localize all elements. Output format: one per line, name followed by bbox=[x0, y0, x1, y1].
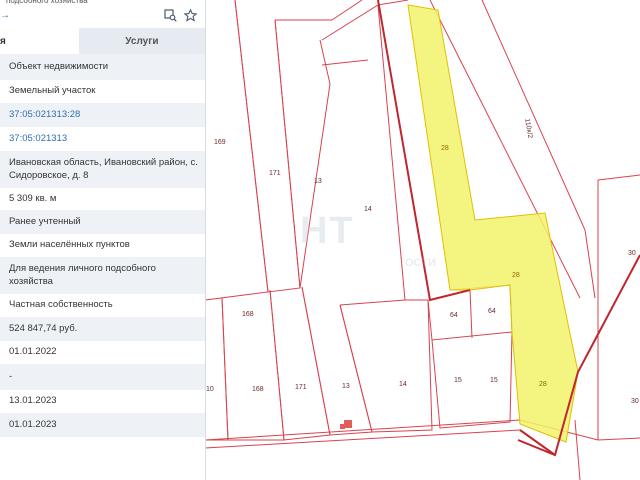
parcel-label: 10 bbox=[206, 386, 214, 393]
info-row: 524 847,74 руб. bbox=[0, 317, 205, 341]
parcel-label: 14 bbox=[399, 381, 407, 388]
panel-subtitle: подсобного хозяйства bbox=[6, 0, 88, 5]
parcel-label: 168 bbox=[242, 311, 254, 318]
object-info-panel: подсобного хозяйства → я Услуги Объект н… bbox=[0, 0, 206, 480]
parcel-label: 28 bbox=[441, 145, 449, 152]
building-marker bbox=[344, 420, 352, 428]
cadastral-quarter-link[interactable]: 37:05:021313 bbox=[0, 127, 205, 151]
info-row: 13.01.2023 bbox=[9, 395, 57, 407]
arrow-icon[interactable]: → bbox=[0, 10, 10, 21]
tab-info[interactable]: я bbox=[0, 28, 79, 54]
parcel-label: 30 bbox=[628, 250, 636, 257]
parcel-label: 14 bbox=[364, 206, 372, 213]
info-row: Земельный участок bbox=[9, 85, 96, 97]
info-row: Для ведения личного подсобного хозяйства bbox=[0, 257, 205, 294]
info-row: 5 309 кв. м bbox=[9, 192, 57, 204]
parcel-label: 64 bbox=[488, 308, 496, 315]
parcel-label: 15 bbox=[490, 377, 498, 384]
cadastral-number-link[interactable]: 37:05:021313:28 bbox=[0, 103, 205, 127]
info-row: Ивановская область, Ивановский район, с.… bbox=[0, 151, 205, 188]
parcel-label: 169 bbox=[214, 139, 226, 146]
parcel-label: 15 bbox=[454, 377, 462, 384]
parcel-label: 28 bbox=[512, 272, 520, 279]
info-row: - bbox=[0, 364, 205, 390]
info-row: Земли населённых пунктов bbox=[9, 239, 130, 251]
parcel-13-lower bbox=[301, 286, 373, 436]
parcel-169 bbox=[204, 0, 269, 301]
info-row: 01.01.2022 bbox=[9, 346, 57, 358]
parcel-label: 13 bbox=[342, 383, 350, 390]
parcel-13-upper bbox=[274, 19, 331, 289]
parcel-label: 28 bbox=[539, 381, 547, 388]
parcel-label: 64 bbox=[450, 312, 458, 319]
star-icon[interactable] bbox=[183, 8, 197, 22]
parcel-14-upper bbox=[321, 4, 406, 306]
info-row: Частная собственность bbox=[9, 299, 113, 311]
panel-tabs: я Услуги bbox=[0, 28, 205, 54]
info-list: Объект недвижимости Земельный участок 37… bbox=[0, 54, 205, 437]
parcel-label: 13 bbox=[314, 178, 322, 185]
parcel-14-lower bbox=[339, 299, 433, 433]
parcel-label: 30 bbox=[631, 398, 639, 405]
info-row: Ранее учтенный bbox=[0, 210, 205, 234]
map-search-icon[interactable] bbox=[163, 8, 177, 22]
parcel-label: 168 bbox=[252, 386, 264, 393]
info-row: 01.01.2023 bbox=[0, 413, 205, 437]
tab-services[interactable]: Услуги bbox=[78, 28, 205, 54]
info-row: Объект недвижимости bbox=[0, 54, 205, 80]
parcel-label: 171 bbox=[295, 384, 307, 391]
parcel-171-upper bbox=[234, 0, 301, 293]
parcel-label: 171 bbox=[269, 170, 281, 177]
parcel-171-lower bbox=[269, 286, 331, 441]
